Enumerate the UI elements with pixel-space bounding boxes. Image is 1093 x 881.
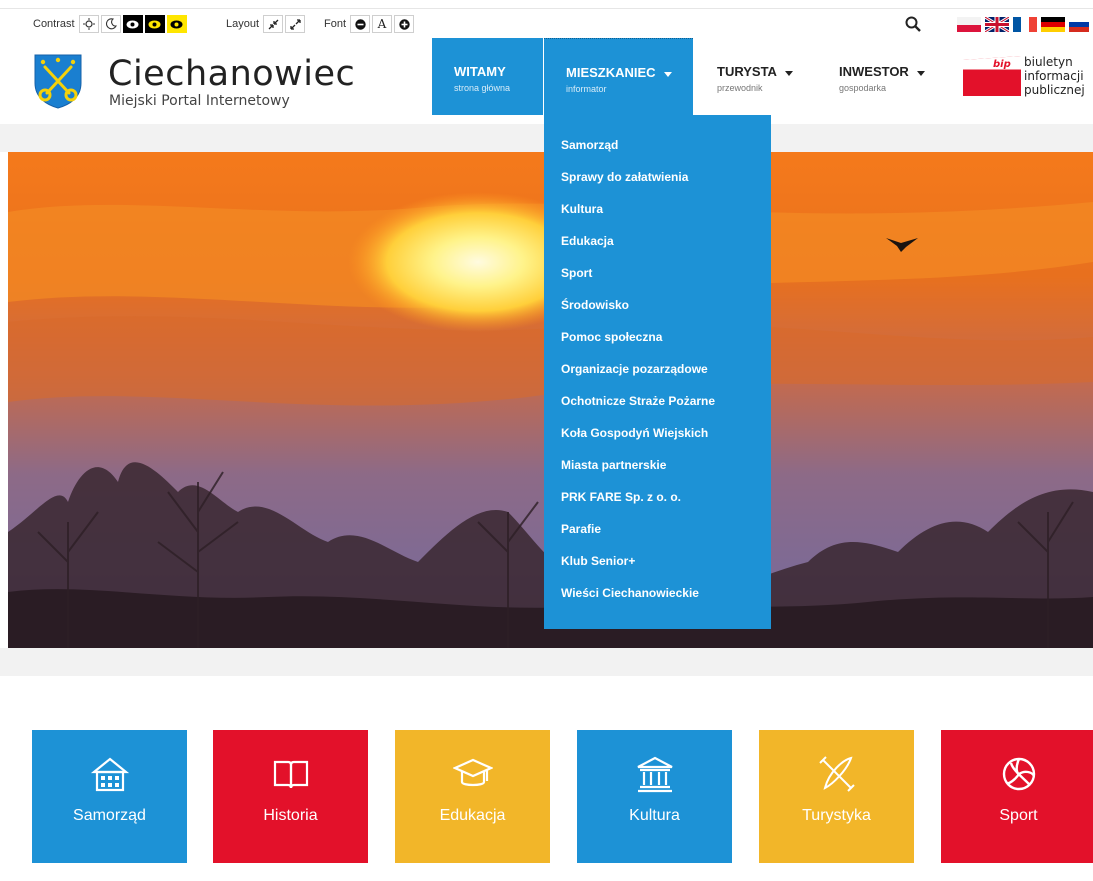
dropdown-item-srodowisko[interactable]: Środowisko [544, 295, 771, 327]
quick-links-section: Samorząd Historia Edukacja Kultura Turys… [0, 648, 1093, 881]
layout-group: Layout [226, 13, 307, 35]
layout-label: Layout [226, 18, 260, 30]
bip-line: publicznej [1024, 83, 1085, 97]
eye-icon [170, 20, 183, 28]
graduation-cap-icon [452, 758, 493, 787]
layout-narrow-button[interactable] [263, 15, 284, 33]
caret-down-icon [916, 71, 925, 76]
dropdown-item-kultura[interactable]: Kultura [544, 199, 771, 231]
nav-item-sublabel: przewodnik [717, 83, 763, 93]
contrast-label: Contrast [33, 18, 75, 30]
mieszkaniec-dropdown-menu: Samorząd Sprawy do załatwienia Kultura E… [544, 115, 771, 629]
contrast-black-yellow-button[interactable] [144, 15, 165, 33]
tile-label: Historia [263, 807, 318, 824]
eye-icon [148, 20, 161, 28]
dropdown-item-samorzad[interactable]: Samorząd [544, 135, 771, 167]
moon-icon [105, 18, 117, 30]
coat-of-arms-icon[interactable] [33, 53, 83, 109]
nav-item-label: WITAMY [454, 64, 506, 79]
eye-icon [126, 20, 139, 28]
nav-item-label: TURYSTA [717, 64, 777, 79]
museum-icon [636, 756, 673, 793]
dropdown-item-miasta-partnerskie[interactable]: Miasta partnerskie [544, 455, 771, 487]
expand-icon [289, 18, 301, 30]
svg-text:bip: bip [993, 59, 1011, 70]
site-title[interactable]: Ciechanowiec [108, 54, 355, 94]
dropdown-item-wiesci[interactable]: Wieści Ciechanowieckie [544, 583, 771, 615]
dropdown-item-edukacja[interactable]: Edukacja [544, 231, 771, 263]
volleyball-icon [1002, 757, 1035, 791]
accessibility-toolbar: Contrast Layout Font A [0, 8, 1093, 38]
bip-line: biuletyn [1024, 55, 1073, 69]
dropdown-item-klub-senior[interactable]: Klub Senior+ [544, 551, 771, 583]
dropdown-item-sport[interactable]: Sport [544, 263, 771, 295]
dropdown-item-pomoc-spoleczna[interactable]: Pomoc społeczna [544, 327, 771, 359]
tile-sport[interactable]: Sport [941, 730, 1093, 863]
nav-item-inwestor[interactable]: INWESTOR gospodarka [817, 38, 947, 115]
flag-uk-icon[interactable] [985, 17, 1009, 32]
font-group: Font A [324, 13, 416, 35]
sun-icon [82, 18, 95, 30]
flag-fr-icon[interactable] [1013, 17, 1037, 32]
caret-down-icon [784, 71, 793, 76]
bip-logo-icon: bip [963, 56, 1021, 96]
font-default-button[interactable]: A [372, 15, 393, 33]
font-label: Font [324, 18, 347, 30]
dropdown-item-parafie[interactable]: Parafie [544, 519, 771, 551]
contrast-yellow-black-button[interactable] [166, 15, 187, 33]
tile-edukacja[interactable]: Edukacja [395, 730, 550, 863]
building-icon [90, 757, 129, 792]
font-increase-button[interactable] [394, 15, 415, 33]
flag-pl-icon[interactable] [957, 17, 981, 32]
contrast-group: Contrast [33, 13, 189, 35]
site-header: Ciechanowiec Miejski Portal Internetowy … [0, 38, 1093, 124]
bip-text: biuletyn informacji publicznej [1024, 55, 1085, 97]
flag-de-icon[interactable] [1041, 17, 1065, 32]
nav-item-sublabel: informator [566, 84, 607, 94]
nav-item-witamy[interactable]: WITAMY strona główna [432, 38, 543, 115]
tile-label: Sport [999, 807, 1038, 824]
tile-label: Kultura [629, 807, 680, 824]
nav-item-turysta[interactable]: TURYSTA przewodnik [695, 38, 815, 115]
font-decrease-button[interactable] [350, 15, 371, 33]
nav-item-sublabel: gospodarka [839, 83, 887, 93]
dropdown-item-kgw[interactable]: Koła Gospodyń Wiejskich [544, 423, 771, 455]
tile-historia[interactable]: Historia [213, 730, 368, 863]
dropdown-item-sprawy[interactable]: Sprawy do załatwienia [544, 167, 771, 199]
contrast-normal-button[interactable] [78, 15, 99, 33]
tile-label: Edukacja [439, 807, 506, 824]
nav-item-label: INWESTOR [839, 64, 909, 79]
contrast-black-white-button[interactable] [122, 15, 143, 33]
dropdown-item-osp[interactable]: Ochotnicze Straże Pożarne [544, 391, 771, 423]
contrast-night-button[interactable] [100, 15, 121, 33]
tile-turystyka[interactable]: Turystyka [759, 730, 914, 863]
dropdown-item-organizacje[interactable]: Organizacje pozarządowe [544, 359, 771, 391]
tile-kultura[interactable]: Kultura [577, 730, 732, 863]
plus-circle-icon [398, 18, 410, 30]
tile-label: Samorząd [73, 807, 146, 824]
compress-icon [268, 19, 278, 29]
language-flags [957, 17, 1093, 32]
nav-item-mieszkaniec[interactable]: MIESZKANIEC informator [544, 38, 693, 115]
tile-label: Turystyka [802, 807, 871, 824]
flag-ru-icon[interactable] [1069, 17, 1089, 32]
section-band [0, 648, 1093, 676]
minus-circle-icon [354, 18, 366, 30]
nav-item-label: MIESZKANIEC [566, 65, 656, 80]
layout-wide-button[interactable] [285, 15, 306, 33]
book-icon [273, 760, 308, 789]
dropdown-item-prk-fare[interactable]: PRK FARE Sp. z o. o. [544, 487, 771, 519]
bip-line: informacji [1024, 69, 1084, 83]
search-icon[interactable] [905, 16, 921, 32]
tile-samorzad[interactable]: Samorząd [32, 730, 187, 863]
caret-down-icon [663, 72, 672, 77]
bip-link[interactable]: bip biuletyn informacji publicznej [963, 53, 1093, 108]
site-subtitle: Miejski Portal Internetowy [109, 93, 290, 109]
kayak-icon [818, 756, 855, 792]
nav-item-sublabel: strona główna [454, 83, 511, 93]
